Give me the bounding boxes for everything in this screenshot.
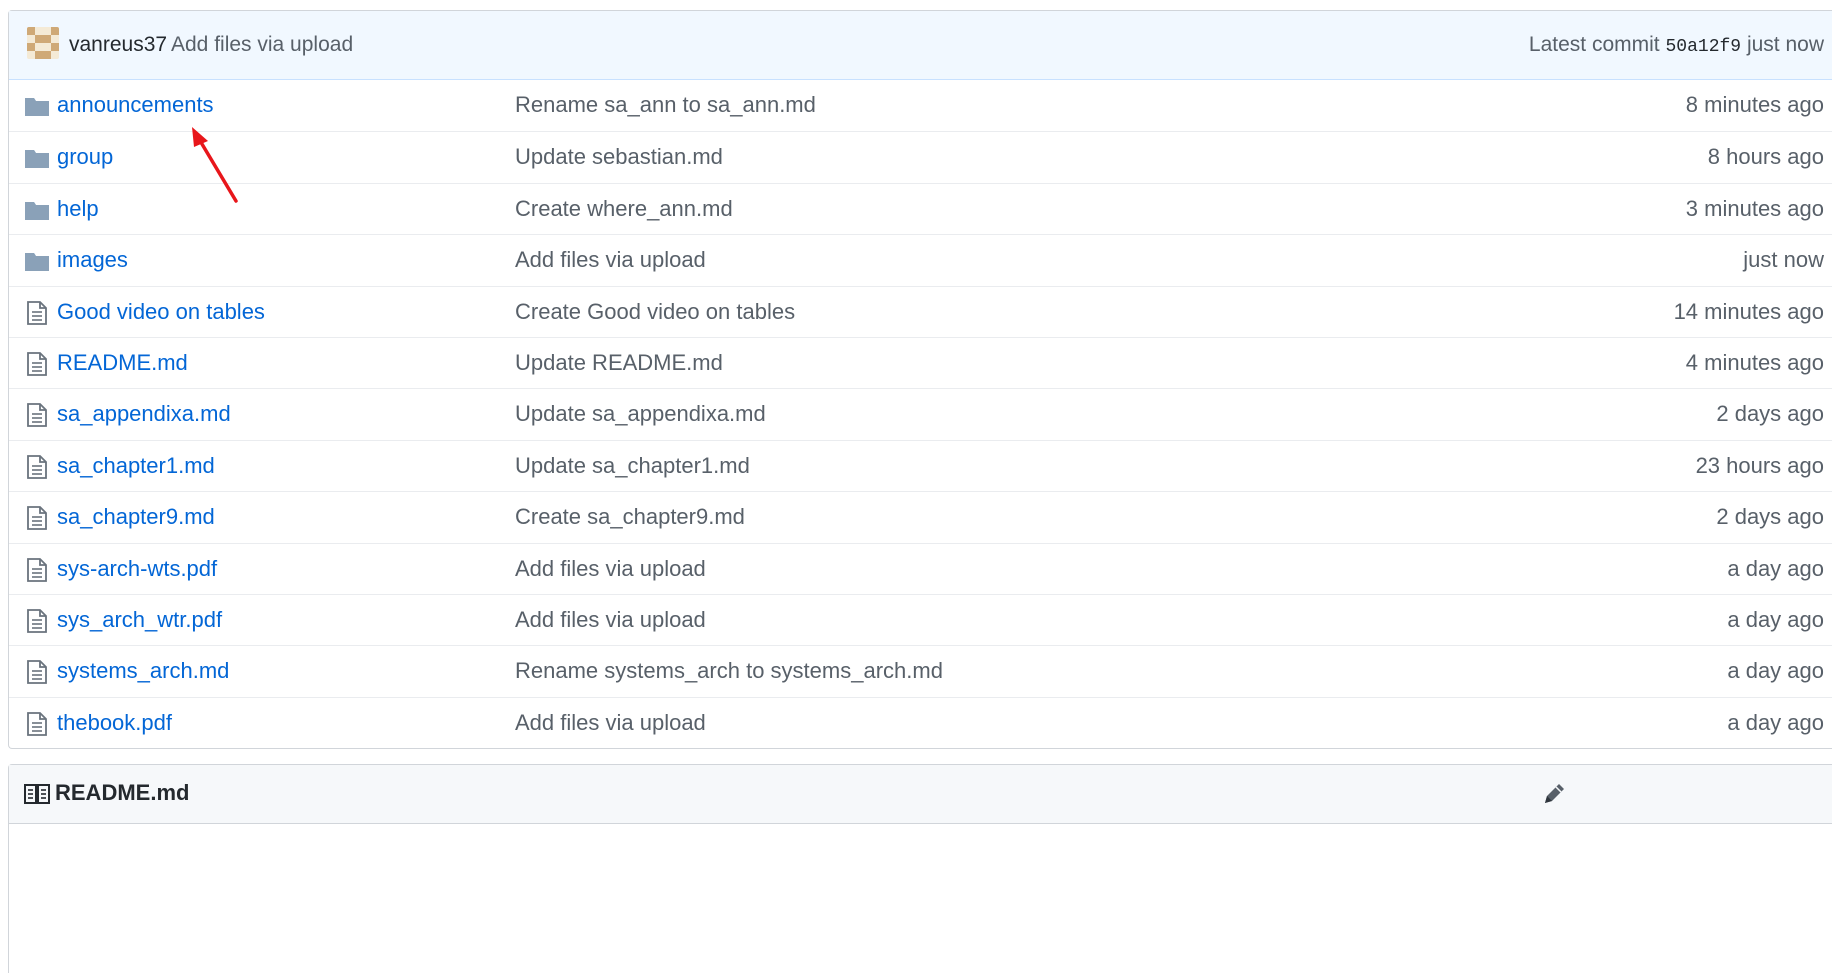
commit-message-link[interactable]: Add files via upload <box>515 556 706 582</box>
commit-message-link[interactable]: Create Good video on tables <box>515 299 795 325</box>
commit-age: 8 hours ago <box>1707 144 1824 170</box>
commit-age: 23 hours ago <box>1695 452 1824 478</box>
file-name-link[interactable]: sys-arch-wts.pdf <box>57 556 217 582</box>
file-name-link[interactable]: systems_arch.md <box>57 658 229 684</box>
commit-message-link[interactable]: Create where_ann.md <box>515 196 733 222</box>
commit-author-link[interactable]: vanreus37 <box>69 33 167 57</box>
commit-age: a day ago <box>1727 555 1824 581</box>
file-name-link[interactable]: Good video on tables <box>57 299 265 325</box>
folder-icon <box>25 98 49 116</box>
file-icon <box>27 403 47 428</box>
file-row: images Add files via upload just now <box>9 234 1832 285</box>
file-row: sa_appendixa.md Update sa_appendixa.md 2 d… <box>9 388 1832 439</box>
file-name-link[interactable]: sa_chapter9.md <box>57 504 215 530</box>
commit-age: 2 days ago <box>1716 504 1824 530</box>
readme-header: README.md <box>9 765 1832 824</box>
commit-message-link[interactable]: Update README.md <box>515 350 723 376</box>
file-icon <box>27 506 47 531</box>
file-icon <box>27 711 47 736</box>
commit-message-link[interactable]: Add files via upload <box>515 607 706 633</box>
folder-icon <box>25 253 49 272</box>
commit-message-link[interactable]: Update sa_chapter1.md <box>515 453 750 479</box>
file-row: README.md Update README.md 4 minutes ago <box>9 336 1832 388</box>
commit-age: 4 minutes ago <box>1685 349 1824 375</box>
commit-age: 3 minutes ago <box>1685 195 1824 221</box>
file-name-link[interactable]: sa_appendixa.md <box>57 401 231 427</box>
commit-message-link[interactable]: Update sebastian.md <box>515 144 723 170</box>
commit-message-link[interactable]: Rename systems_arch to systems_arch.md <box>515 658 943 684</box>
file-icon <box>27 300 47 325</box>
file-row: sys-arch-wts.pdf Add files via upload a da… <box>9 542 1832 594</box>
commit-age: 8 minutes ago <box>1685 92 1824 117</box>
commit-message-link[interactable]: Create sa_chapter9.md <box>515 504 745 530</box>
folder-icon <box>25 201 49 220</box>
avatar[interactable] <box>27 27 59 59</box>
commit-age: a day ago <box>1727 709 1824 735</box>
file-row: sa_chapter1.md Update sa_chapter1.md 23 ho… <box>9 439 1832 491</box>
file-row: sys_arch_wtr.pdf Add files via upload a da… <box>9 593 1832 645</box>
commit-age: a day ago <box>1727 658 1824 684</box>
file-row: group Update sebastian.md 8 hours ago <box>9 131 1832 182</box>
commit-message-link[interactable]: Add files via upload <box>515 710 706 736</box>
book-icon <box>24 784 50 804</box>
commit-sha-link[interactable]: 50a12f9 <box>1665 37 1741 57</box>
commit-tease: vanreus37 Add files via upload Latest co… <box>9 11 1832 80</box>
file-icon <box>27 557 47 582</box>
commit-message-link[interactable]: Rename sa_ann to sa_ann.md <box>515 92 816 118</box>
file-row: Good video on tables Create Good video on… <box>9 285 1832 337</box>
file-name-link[interactable]: announcements <box>57 92 214 118</box>
commit-message-link[interactable]: Add files via upload <box>515 247 706 273</box>
file-row: announcements Rename sa_ann to sa_ann.md 8… <box>9 80 1832 131</box>
file-name-link[interactable]: images <box>57 247 128 273</box>
file-icon <box>27 454 47 479</box>
file-name-link[interactable]: README.md <box>57 350 188 376</box>
file-row: thebook.pdf Add files via upload a day ago <box>9 696 1832 748</box>
latest-commit-info: Latest commit 50a12f9 just now <box>1529 33 1824 57</box>
commit-age: a day ago <box>1727 606 1824 632</box>
latest-commit-label: Latest commit <box>1528 33 1660 56</box>
commit-time: just now <box>1746 33 1824 56</box>
file-list: vanreus37 Add files via upload Latest co… <box>8 10 1832 750</box>
pencil-icon[interactable] <box>1541 781 1567 807</box>
file-icon <box>27 660 47 685</box>
file-name-link[interactable]: group <box>57 144 113 170</box>
folder-icon <box>25 150 49 169</box>
commit-message-link[interactable]: Update sa_appendixa.md <box>515 401 766 427</box>
file-name-link[interactable]: help <box>57 196 99 222</box>
commit-message[interactable]: Add files via upload <box>171 33 353 57</box>
file-row: help Create where_ann.md 3 minutes ago <box>9 182 1832 234</box>
file-row: systems_arch.md Rename systems_arch to sy… <box>9 645 1832 696</box>
readme-title: README.md <box>55 780 190 805</box>
commit-age: just now <box>1743 247 1824 273</box>
file-name-link[interactable]: sa_chapter1.md <box>57 453 215 479</box>
commit-age: 2 days ago <box>1716 401 1824 427</box>
file-icon <box>27 352 47 376</box>
readme-panel: README.md <box>8 764 1832 973</box>
file-icon <box>27 609 47 633</box>
file-name-link[interactable]: thebook.pdf <box>57 710 172 736</box>
file-name-link[interactable]: sys_arch_wtr.pdf <box>57 607 222 633</box>
file-row: sa_chapter9.md Create sa_chapter9.md 2 day… <box>9 491 1832 542</box>
commit-age: 14 minutes ago <box>1673 298 1824 324</box>
